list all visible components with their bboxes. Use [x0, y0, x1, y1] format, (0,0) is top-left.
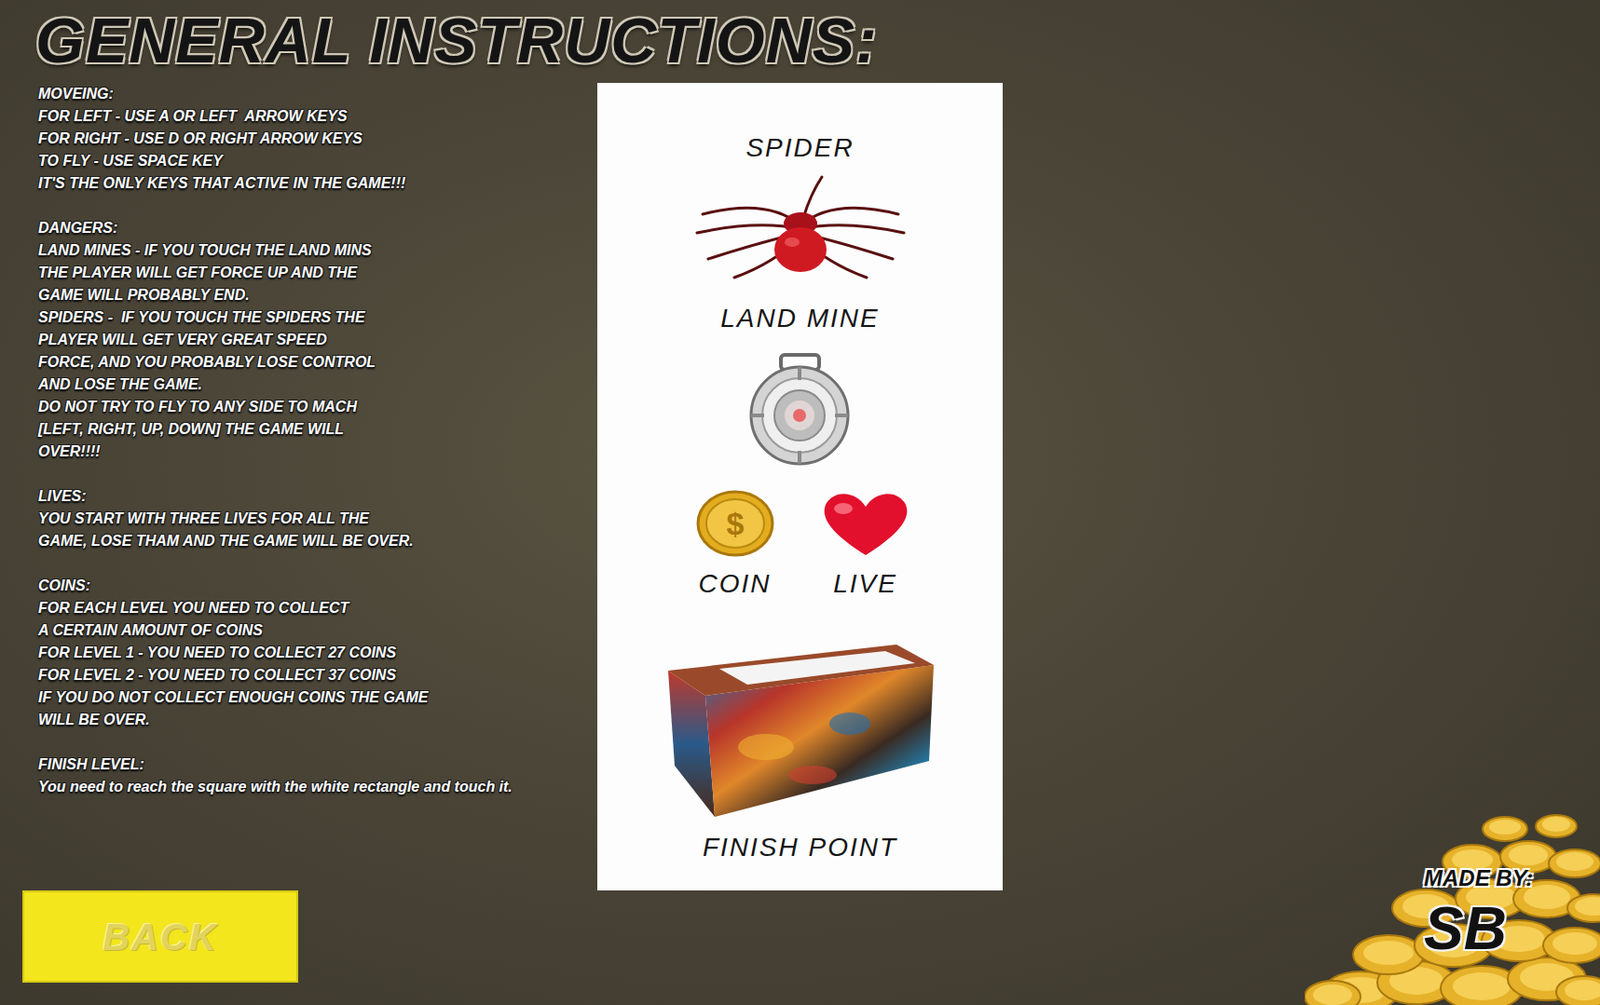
instruction-line: LAND MINES - IF YOU TOUCH THE LAND MINS: [38, 239, 598, 262]
legend-label: SPIDER: [745, 132, 854, 165]
instruction-line: WILL BE OVER.: [38, 709, 598, 732]
legend-item: SPIDER: [693, 132, 908, 284]
instruction-line: [LEFT, RIGHT, UP, DOWN] THE GAME WILL: [38, 418, 598, 441]
instruction-line: GAME WILL PROBABLY END.: [38, 284, 598, 307]
legend-label: FINISH POINT: [702, 832, 898, 864]
finish-icon: [663, 644, 937, 822]
credit-signature: SB: [1423, 895, 1507, 963]
instruction-line: GAME, LOSE THAM AND THE GAME WILL BE OVE…: [38, 530, 598, 553]
instruction-line: OVER!!!!: [38, 440, 598, 464]
instructions-screen: GENERAL INSTRUCTIONS:MOVEING:FOR LEFT - …: [0, 0, 1600, 1005]
instruction-section: MOVEING:FOR LEFT - USE A OR LEFT ARROW K…: [38, 82, 598, 195]
instruction-section: COINS:FOR EACH LEVEL YOU NEED TO COLLECT…: [38, 574, 598, 732]
section-heading: MOVEING:: [38, 82, 598, 106]
coin-symbol: $: [725, 505, 744, 542]
main-row: MOVEING:FOR LEFT - USE A OR LEFT ARROW K…: [0, 82, 1600, 891]
legend-label: COIN: [698, 568, 772, 601]
instructions-text: MOVEING:FOR LEFT - USE A OR LEFT ARROW K…: [0, 82, 598, 891]
instruction-line: YOU START WITH THREE LIVES FOR ALL THE: [38, 507, 598, 531]
spider-icon: [693, 173, 908, 284]
heart-icon: [819, 490, 913, 558]
legend-item: LIVE: [809, 490, 922, 601]
instruction-section: FINISH LEVEL:You need to reach the squar…: [38, 753, 598, 799]
instruction-line: IT'S THE ONLY KEYS THAT ACTIVE IN THE GA…: [38, 172, 598, 195]
section-heading: COINS:: [38, 574, 598, 598]
instruction-line: THE PLAYER WILL GET FORCE UP AND THE: [38, 261, 598, 285]
legend-row: $ COIN LIVE: [679, 490, 922, 601]
section-heading: FINISH LEVEL:: [38, 753, 598, 777]
instruction-line: SPIDERS - IF YOU TOUCH THE SPIDERS THE: [38, 306, 598, 329]
instruction-line: FOR RIGHT - USE D OR RIGHT ARROW KEYS: [38, 127, 598, 151]
legend-label: LIVE: [833, 568, 898, 601]
instruction-section: LIVES:YOU START WITH THREE LIVES FOR ALL…: [38, 485, 598, 553]
screen-title: GENERAL INSTRUCTIONS:: [0, 0, 1600, 83]
instruction-line: TO FLY - USE SPACE KEY: [38, 150, 598, 173]
legend-item: LAND MINE: [720, 302, 879, 466]
back-button[interactable]: BACK: [22, 890, 299, 984]
credit-label: MADE BY:: [1423, 865, 1533, 892]
legend-label: LAND MINE: [720, 302, 879, 335]
instruction-line: FORCE, AND YOU PROBABLY LOSE CONTROL: [38, 351, 598, 374]
legend-item: FINISH POINT: [663, 644, 937, 864]
bottom-row: BACK: [0, 890, 1600, 984]
credit-logo: MADE BY: SB: [1304, 806, 1600, 1005]
legend-panel: SPIDER LAND MINE $ COIN LIVE FINISH POINT: [597, 82, 1003, 891]
section-heading: DANGERS:: [38, 217, 598, 240]
instruction-line: PLAYER WILL GET VERY GREAT SPEED: [38, 328, 598, 352]
instruction-line: FOR LEVEL 2 - YOU NEED TO COLLECT 37 COI…: [38, 664, 598, 687]
legend-item: $ COIN: [679, 490, 792, 601]
section-heading: LIVES:: [38, 485, 598, 508]
instruction-line: AND LOSE THE GAME.: [38, 373, 598, 397]
instruction-line: IF YOU DO NOT COLLECT ENOUGH COINS THE G…: [38, 686, 598, 710]
instruction-line: FOR EACH LEVEL YOU NEED TO COLLECT: [38, 597, 598, 620]
instruction-line: A CERTAIN AMOUNT OF COINS: [38, 619, 598, 643]
coin-icon: $: [694, 490, 777, 558]
instruction-line: DO NOT TRY TO FLY TO ANY SIDE TO MACH: [38, 396, 598, 419]
instruction-line: FOR LEFT - USE A OR LEFT ARROW KEYS: [38, 105, 598, 128]
instruction-line: FOR LEVEL 1 - YOU NEED TO COLLECT 27 COI…: [38, 642, 598, 665]
mine-icon: [736, 352, 864, 466]
instruction-line: You need to reach the square with the wh…: [38, 776, 598, 799]
instruction-section: DANGERS:LAND MINES - IF YOU TOUCH THE LA…: [38, 217, 598, 464]
